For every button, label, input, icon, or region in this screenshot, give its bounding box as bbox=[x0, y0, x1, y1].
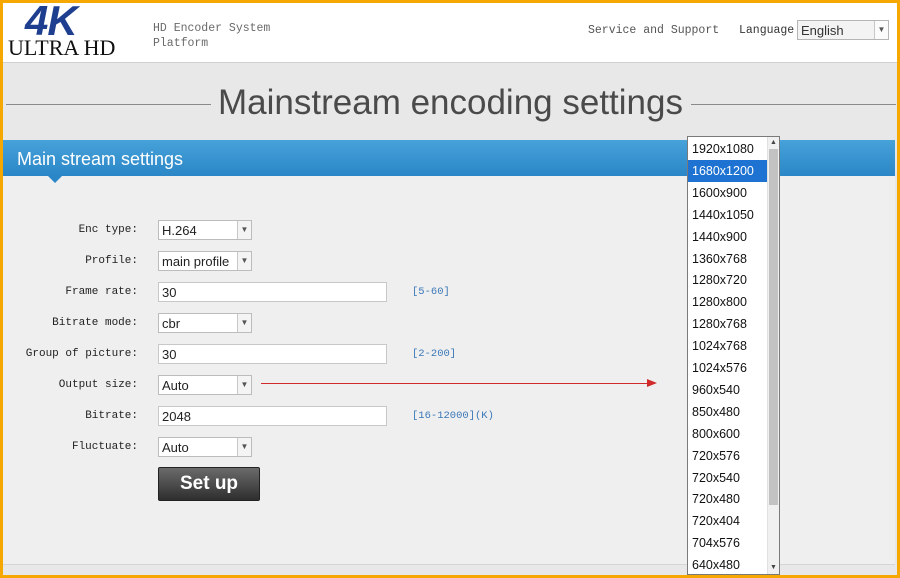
profile-select[interactable]: main profile ▼ bbox=[158, 251, 252, 271]
bitrate-input[interactable]: 2048 bbox=[158, 406, 387, 426]
dropdown-option[interactable]: 1600x900 bbox=[688, 182, 768, 204]
title-divider-left bbox=[6, 104, 211, 105]
scroll-down-icon[interactable]: ▼ bbox=[768, 562, 779, 574]
bitrate-mode-value: cbr bbox=[162, 316, 181, 331]
profile-value: main profile bbox=[162, 254, 230, 269]
dropdown-option[interactable]: 850x480 bbox=[688, 401, 768, 423]
language-value: English bbox=[801, 23, 844, 38]
chevron-down-icon: ▼ bbox=[237, 438, 251, 456]
bitrate-mode-label: Bitrate mode: bbox=[52, 317, 138, 329]
system-title: HD Encoder System Platform bbox=[153, 22, 271, 50]
enc-type-label: Enc type: bbox=[78, 224, 138, 236]
chevron-down-icon: ▼ bbox=[874, 21, 888, 39]
bitrate-value: 2048 bbox=[162, 409, 191, 424]
fluctuate-select[interactable]: Auto ▼ bbox=[158, 437, 252, 457]
frame-rate-label: Frame rate: bbox=[65, 286, 138, 298]
dropdown-option[interactable]: 1680x1200 bbox=[688, 159, 768, 182]
frame-rate-value: 30 bbox=[162, 285, 177, 300]
output-size-select[interactable]: Auto ▼ bbox=[158, 375, 252, 395]
scroll-up-icon[interactable]: ▲ bbox=[768, 137, 779, 149]
gop-input[interactable]: 30 bbox=[158, 344, 387, 364]
dropdown-option[interactable]: 800x600 bbox=[688, 423, 768, 445]
dropdown-option[interactable]: 720x404 bbox=[688, 510, 768, 532]
fluctuate-label: Fluctuate: bbox=[71, 441, 138, 453]
bitrate-label: Bitrate: bbox=[85, 410, 138, 422]
header: 4K ULTRA HD HD Encoder System Platform S… bbox=[3, 3, 897, 63]
dropdown-option[interactable]: 1280x768 bbox=[688, 313, 768, 335]
bitrate-hint: [16-12000](K) bbox=[412, 410, 494, 422]
output-size-value: Auto bbox=[162, 378, 189, 393]
section-pointer bbox=[48, 176, 62, 183]
dropdown-option[interactable]: 1024x768 bbox=[688, 335, 768, 357]
setup-button[interactable]: Set up bbox=[158, 467, 260, 501]
enc-type-value: H.264 bbox=[162, 223, 197, 238]
dropdown-option[interactable]: 1440x1050 bbox=[688, 204, 768, 226]
chevron-down-icon: ▼ bbox=[237, 376, 251, 394]
arrow-head-icon bbox=[647, 379, 657, 387]
frame-rate-hint: [5-60] bbox=[412, 286, 450, 298]
bitrate-mode-select[interactable]: cbr ▼ bbox=[158, 313, 252, 333]
frame-rate-input[interactable]: 30 bbox=[158, 282, 387, 302]
dropdown-option[interactable]: 640x480 bbox=[688, 554, 768, 574]
gop-hint: [2-200] bbox=[412, 348, 457, 360]
annotation-arrow bbox=[261, 383, 649, 384]
page-title: Mainstream encoding settings bbox=[218, 83, 683, 122]
output-size-dropdown-list[interactable]: 1920x1080 1680x1200 1600x900 1440x1050 1440x… bbox=[687, 136, 780, 575]
title-divider-right bbox=[691, 104, 896, 105]
chevron-down-icon: ▼ bbox=[237, 314, 251, 332]
chevron-down-icon: ▼ bbox=[237, 252, 251, 270]
profile-label: Profile: bbox=[85, 255, 138, 267]
logo-ultra-hd: ULTRA HD bbox=[8, 35, 116, 60]
dropdown-option[interactable]: 720x480 bbox=[688, 488, 768, 510]
section-title: Main stream settings bbox=[17, 149, 184, 169]
dropdown-option[interactable]: 1440x900 bbox=[688, 226, 768, 248]
language-select[interactable]: English ▼ bbox=[797, 20, 889, 40]
dropdown-option[interactable]: 1920x1080 bbox=[688, 138, 768, 160]
dropdown-option[interactable]: 1280x800 bbox=[688, 291, 768, 313]
chevron-down-icon: ▼ bbox=[237, 221, 251, 239]
enc-type-select[interactable]: H.264 ▼ bbox=[158, 220, 252, 240]
dropdown-scrollbar[interactable]: ▲ ▼ bbox=[767, 137, 779, 574]
dropdown-option[interactable]: 720x576 bbox=[688, 445, 768, 467]
scrollbar-thumb[interactable] bbox=[769, 149, 778, 505]
dropdown-option[interactable]: 704x576 bbox=[688, 532, 768, 554]
output-size-label: Output size: bbox=[58, 379, 138, 391]
language-label: Language: bbox=[739, 24, 802, 37]
dropdown-option[interactable]: 960x540 bbox=[688, 379, 768, 401]
gop-label: Group of picture: bbox=[25, 348, 138, 360]
dropdown-option[interactable]: 720x540 bbox=[688, 467, 768, 489]
dropdown-option[interactable]: 1360x768 bbox=[688, 248, 768, 270]
dropdown-option[interactable]: 1280x720 bbox=[688, 269, 768, 291]
dropdown-option[interactable]: 1024x576 bbox=[688, 357, 768, 379]
fluctuate-value: Auto bbox=[162, 440, 189, 455]
app-window: 4K ULTRA HD HD Encoder System Platform S… bbox=[3, 3, 897, 575]
service-support-link[interactable]: Service and Support bbox=[588, 24, 719, 37]
gop-value: 30 bbox=[162, 347, 177, 362]
